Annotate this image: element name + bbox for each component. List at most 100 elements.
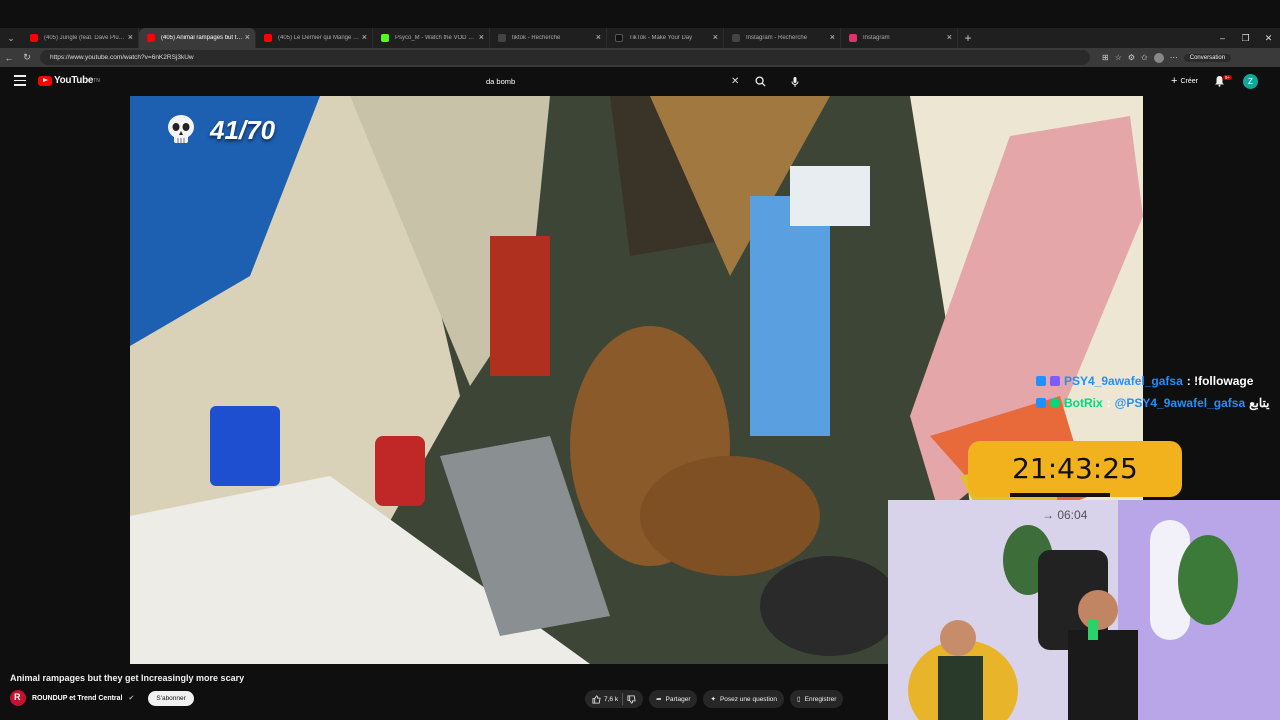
skull-icon (168, 115, 194, 143)
instagram-favicon-icon (849, 34, 857, 42)
channel-avatar[interactable] (10, 690, 26, 706)
chat-badge-icon (1036, 398, 1046, 408)
tab-label: (405) Jungle (feat. Dave Plus & Ja... (44, 35, 126, 41)
browser-tab[interactable]: tiktok - Recherche × (490, 28, 607, 48)
tab-label: (405) Animal rampages but th... (161, 35, 243, 41)
chat-badge-icon (1050, 376, 1060, 386)
chat-message: PSY4_9awafel_gafsa : !followage (1036, 370, 1269, 392)
webcam-overlay (888, 500, 1280, 720)
channel-name[interactable]: ROUNDUP et Trend Central (32, 695, 123, 702)
browser-tab[interactable]: Instagram × (841, 28, 958, 48)
save-label: Enregistrer (804, 695, 837, 703)
browser-tab[interactable]: TikTok - Make Your Day × (607, 28, 724, 48)
youtube-favicon-icon (147, 34, 155, 42)
youtube-header: YouTube TN da bomb ✕ + Créer Z (0, 67, 1280, 95)
search-input[interactable]: da bomb (480, 77, 731, 86)
video-title: Animal rampages but they get Increasingl… (10, 673, 245, 683)
tab-close-icon[interactable]: × (128, 32, 133, 42)
video-actions: 7,6 k ➦ Partager ✦ Posez une question ▯ … (585, 690, 844, 708)
verified-icon: ✔ (128, 695, 135, 702)
save-button[interactable]: ▯ Enregistrer (790, 690, 844, 708)
like-button[interactable]: 7,6 k (592, 694, 619, 704)
youtube-wordmark: YouTube (54, 75, 94, 86)
tab-close-icon[interactable]: × (830, 32, 835, 42)
tab-label: Psyco_M - Watch the VOD on Kick (395, 35, 477, 41)
ask-label: Posez une question (719, 695, 778, 703)
tab-close-icon[interactable]: × (596, 32, 601, 42)
favorites-icon[interactable]: ✩ (1141, 53, 1148, 62)
chat-text: : (1106, 396, 1111, 410)
notification-count-badge: 9+ (1223, 75, 1233, 80)
tab-close-icon[interactable]: × (362, 32, 367, 42)
restore-icon[interactable]: ❐ (1234, 28, 1257, 48)
share-label: Partager (665, 695, 691, 703)
browser-tab[interactable]: (405) Le Dernier qui Mange le Po... × (256, 28, 373, 48)
divider (622, 693, 624, 705)
tiktok-favicon-icon (615, 34, 623, 42)
browser-tab[interactable]: Instagram - Recherche × (724, 28, 841, 48)
chat-message: BotRix : @PSY4_9awafel_gafsa يتابع (1036, 392, 1269, 414)
tab-label: TikTok - Make Your Day (629, 35, 693, 41)
country-code: TN (93, 77, 100, 84)
kick-favicon-icon (381, 34, 389, 42)
youtube-favicon-icon (30, 34, 38, 42)
timer-underline (1010, 493, 1110, 497)
subscribe-button[interactable]: S'abonner (148, 690, 194, 706)
install-app-icon[interactable]: ⊞ (1102, 53, 1109, 62)
chat-suffix: يتابع (1249, 396, 1270, 410)
profile-avatar[interactable] (1153, 52, 1164, 63)
search-button[interactable] (745, 71, 775, 91)
tab-close-icon[interactable]: × (947, 32, 952, 42)
chat-username: BotRix (1064, 396, 1103, 410)
tab-close-icon[interactable]: × (245, 32, 250, 42)
chat-username: PSY4_9awafel_gafsa (1064, 374, 1183, 388)
search-favicon-icon (498, 34, 506, 42)
webcam-frame (888, 500, 1280, 720)
thumbs-up-icon (592, 694, 601, 704)
chat-badge-icon (1050, 398, 1060, 408)
close-window-icon[interactable]: ✕ (1257, 28, 1280, 48)
menu-hamburger-icon[interactable] (14, 75, 26, 87)
search-box: da bomb ✕ (480, 71, 775, 91)
secondary-timer: → 06:04 (1042, 508, 1088, 522)
reload-icon[interactable]: ↻ (18, 52, 36, 63)
search-icon (754, 75, 766, 87)
browser-tab-strip: ⌄ (405) Jungle (feat. Dave Plus & Ja... … (0, 28, 1280, 48)
conversation-button[interactable]: Conversation (1183, 53, 1232, 62)
bookmark-star-icon[interactable]: ☆ (1115, 53, 1122, 62)
youtube-logo[interactable]: YouTube TN (38, 75, 100, 86)
clear-search-icon[interactable]: ✕ (731, 76, 745, 87)
browser-tab-active[interactable]: (405) Animal rampages but th... × (139, 28, 256, 48)
youtube-favicon-icon (264, 34, 272, 42)
share-button[interactable]: ➦ Partager (649, 690, 698, 708)
minimize-icon[interactable]: – (1211, 28, 1234, 48)
rampage-counter: 41/70 (166, 114, 275, 146)
chat-text: : !followage (1186, 374, 1254, 388)
tab-label: Instagram (863, 35, 890, 41)
account-avatar[interactable]: Z (1243, 74, 1258, 89)
thumbs-down-icon[interactable] (627, 694, 636, 704)
window-controls: – ❐ ✕ (1211, 28, 1280, 48)
tab-list-button[interactable]: ⌄ (0, 28, 22, 48)
browser-tab[interactable]: (405) Jungle (feat. Dave Plus & Ja... × (22, 28, 139, 48)
stream-timer: 21:43:25 (968, 441, 1182, 497)
browser-tab[interactable]: Psyco_M - Watch the VOD on Kick × (373, 28, 490, 48)
chat-mention: @PSY4_9awafel_gafsa (1114, 396, 1246, 410)
voice-search-button[interactable] (787, 74, 803, 90)
channel-row: ROUNDUP et Trend Central ✔ S'abonner (10, 690, 194, 706)
stream-chat-overlay: PSY4_9awafel_gafsa : !followage BotRix :… (1036, 370, 1269, 414)
ask-question-button[interactable]: ✦ Posez une question (703, 690, 785, 708)
like-count: 7,6 k (604, 695, 619, 703)
like-dislike-pill: 7,6 k (585, 690, 644, 708)
create-button[interactable]: + Créer (1165, 73, 1204, 89)
more-menu-icon[interactable]: ⋯ (1170, 53, 1178, 62)
tab-close-icon[interactable]: × (713, 32, 718, 42)
url-field[interactable]: https://www.youtube.com/watch?v=6nK2RSj3… (40, 50, 1090, 65)
new-tab-button[interactable]: + (958, 31, 978, 45)
extensions-icon[interactable]: ⚙ (1128, 53, 1135, 62)
youtube-play-icon (38, 75, 52, 86)
bookmark-icon: ▯ (797, 696, 801, 703)
tab-label: tiktok - Recherche (512, 35, 561, 41)
back-arrow-icon[interactable]: ← (0, 53, 18, 63)
tab-close-icon[interactable]: × (479, 32, 484, 42)
